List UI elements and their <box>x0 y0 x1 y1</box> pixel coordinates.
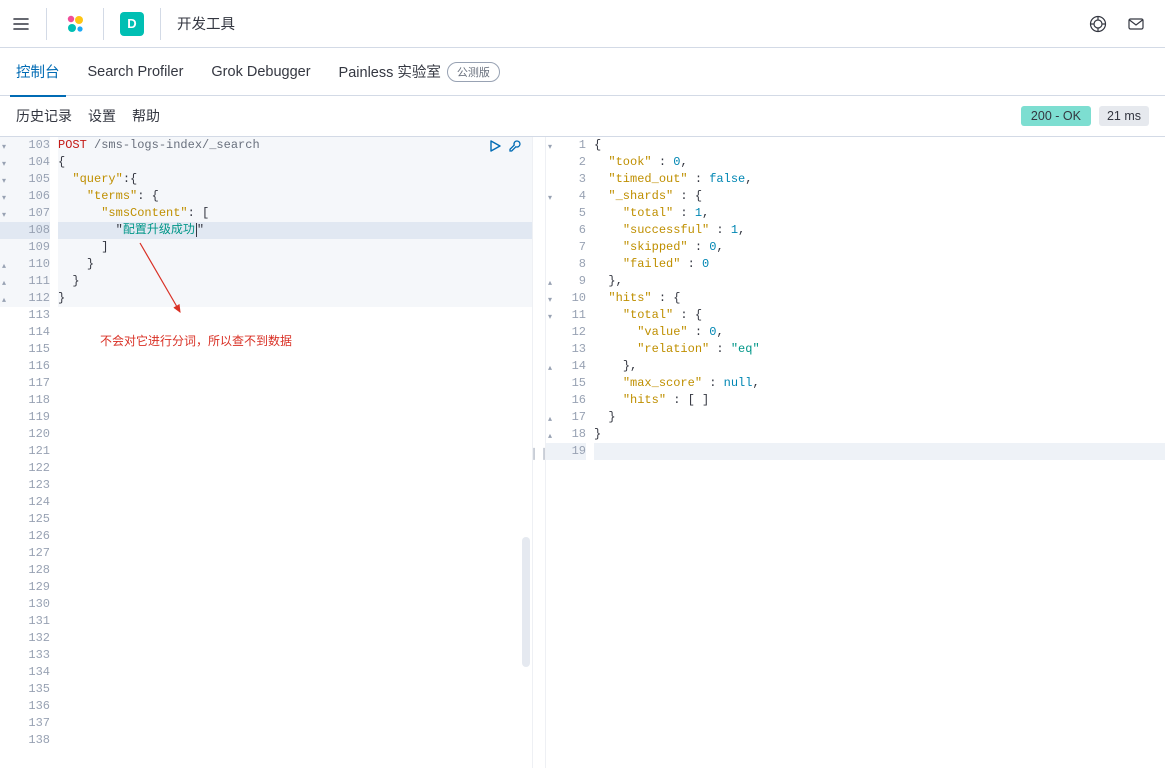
response-viewer[interactable]: 1▾234▾56789▴10▾11▾121314▴151617▴18▴19 { … <box>546 137 1165 768</box>
tab-label: Painless 实验室 <box>339 61 441 82</box>
breadcrumb-text: 开发工具 <box>177 13 235 34</box>
console-toolbar: 历史记录 设置 帮助 200 - OK 21 ms <box>0 96 1165 136</box>
editor-split: 103▾104▾105▾106▾107▾108109110▴111▴112▴11… <box>0 136 1165 768</box>
mail-icon[interactable] <box>1127 15 1145 33</box>
beta-badge: 公测版 <box>447 62 500 82</box>
annotation-text: 不会对它进行分词，所以查不到数据 <box>100 333 292 350</box>
tab-bar: 控制台 Search Profiler Grok Debugger Painle… <box>0 48 1165 96</box>
status-badge: 200 - OK <box>1021 106 1091 126</box>
toolbar-left: 历史记录 设置 帮助 <box>16 106 160 126</box>
wrench-icon[interactable] <box>508 139 522 159</box>
separator <box>103 8 104 40</box>
separator <box>46 8 47 40</box>
menu-icon[interactable] <box>12 15 30 33</box>
app-header: D 开发工具 <box>0 0 1165 48</box>
toolbar-right: 200 - OK 21 ms <box>1021 106 1149 126</box>
request-editor[interactable]: 103▾104▾105▾106▾107▾108109110▴111▴112▴11… <box>0 137 532 768</box>
response-gutter: 1▾234▾56789▴10▾11▾121314▴151617▴18▴19 <box>546 137 594 768</box>
elastic-logo-icon[interactable] <box>63 12 87 36</box>
request-gutter: 103▾104▾105▾106▾107▾108109110▴111▴112▴11… <box>0 137 58 768</box>
tab-search-profiler[interactable]: Search Profiler <box>88 48 184 96</box>
help-link[interactable]: 帮助 <box>132 106 160 126</box>
tab-console[interactable]: 控制台 <box>16 48 60 96</box>
settings-link[interactable]: 设置 <box>88 106 116 126</box>
pane-splitter[interactable]: ❘❘ <box>532 137 546 768</box>
help-icon[interactable] <box>1089 15 1107 33</box>
scrollbar-vertical[interactable] <box>522 537 530 667</box>
header-right <box>1089 15 1153 33</box>
request-code[interactable]: POST /sms-logs-index/_search{ "query":{ … <box>58 137 532 768</box>
request-actions <box>488 139 522 159</box>
time-badge: 21 ms <box>1099 106 1149 126</box>
tab-grok-debugger[interactable]: Grok Debugger <box>211 48 310 96</box>
play-icon[interactable] <box>488 139 502 159</box>
response-code: { "took" : 0, "timed_out" : false, "_sha… <box>594 137 1165 768</box>
header-left: D 开发工具 <box>12 8 235 40</box>
separator <box>160 8 161 40</box>
tab-painless-lab[interactable]: Painless 实验室 公测版 <box>339 48 500 96</box>
history-link[interactable]: 历史记录 <box>16 106 72 126</box>
breadcrumb-app-icon[interactable]: D <box>120 12 144 36</box>
